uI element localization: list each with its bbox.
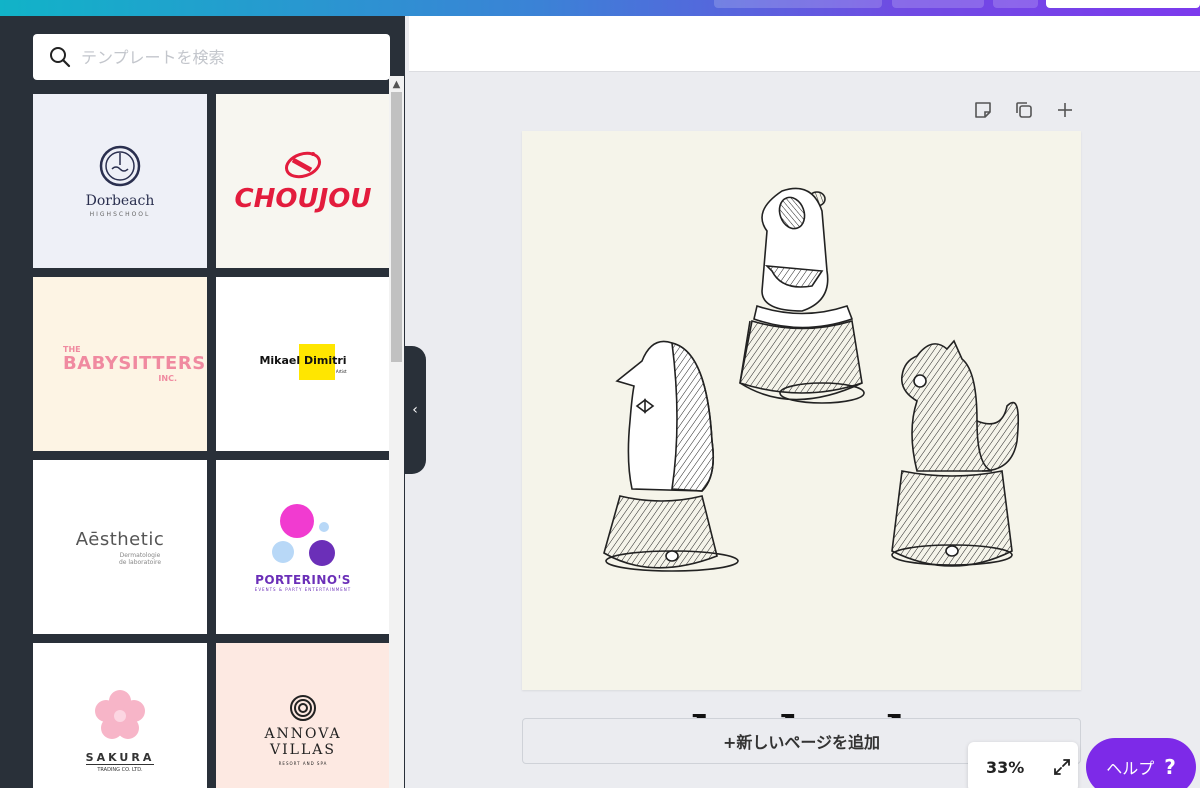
template-sidebar: Dorbeach HIGHSCHOOL CHOUJOU THE BABYSITT… <box>0 16 405 788</box>
template-search-input[interactable] <box>81 47 361 67</box>
design-page[interactable]: on the buckets. <box>522 131 1081 767</box>
template-subtitle: HIGHSCHOOL <box>89 210 151 218</box>
template-title: Mikael Dimitri <box>259 354 347 367</box>
plus-icon <box>1058 103 1072 117</box>
template-title: Dorbeach <box>85 192 155 209</box>
template-suffix: INC. <box>158 374 177 383</box>
top-menu-button-4[interactable] <box>1046 0 1200 8</box>
spiral-emblem-icon <box>290 695 316 721</box>
template-subtitle: Dermatologie <box>119 551 161 559</box>
template-subtitle-2: de laboratoire <box>118 558 162 566</box>
template-subtitle: RESORT AND SPA <box>278 761 328 766</box>
top-menu-button-3[interactable] <box>993 0 1038 8</box>
template-babysitters[interactable]: THE BABYSITTERS INC. <box>33 277 207 451</box>
template-title: PORTERINO'S <box>255 572 351 587</box>
template-aesthetic[interactable]: Aēsthetic Dermatologie de laboratoire <box>33 460 207 634</box>
editor-toolbar <box>409 16 1200 72</box>
sakura-flower-icon <box>95 690 145 739</box>
zoom-level[interactable]: 33% <box>986 758 1024 777</box>
template-choujou[interactable]: CHOUJOU <box>216 94 390 268</box>
top-menu-button-2[interactable] <box>892 0 984 8</box>
chevron-left-icon: ‹ <box>412 402 418 418</box>
copy-icon <box>1016 102 1032 118</box>
sidebar-scrollbar[interactable]: ▲ <box>389 76 404 788</box>
template-subtitle: TRADING CO. LTD. <box>97 767 143 773</box>
dorbeach-emblem-icon <box>99 145 141 186</box>
template-search-box[interactable] <box>33 34 390 80</box>
top-menu-button-1[interactable] <box>714 0 882 8</box>
scroll-up-arrow-icon[interactable]: ▲ <box>389 76 404 92</box>
page-notes-button[interactable] <box>970 97 996 123</box>
template-sakura[interactable]: SAKURA TRADING CO. LTD. <box>33 643 207 788</box>
penguin-figure <box>603 340 739 572</box>
fullscreen-expand-icon[interactable] <box>1052 757 1072 777</box>
help-button[interactable]: ヘルプ ? <box>1086 738 1196 788</box>
zoom-control[interactable]: 33% <box>968 742 1078 788</box>
template-title: Aēsthetic <box>75 528 165 550</box>
panda-figure <box>739 187 865 404</box>
bucket-animals-illustration[interactable] <box>522 171 1081 611</box>
collapse-sidebar-button[interactable]: ‹ <box>404 346 426 474</box>
search-icon <box>50 47 71 68</box>
template-annova-villas[interactable]: ANNOVA VILLAS RESORT AND SPA <box>216 643 390 788</box>
template-title: ANNOVA <box>264 726 342 742</box>
top-gradient-bar <box>0 0 1200 16</box>
scrollbar-thumb[interactable] <box>391 92 402 362</box>
sushi-icon <box>284 151 322 179</box>
sticky-note-icon <box>975 102 991 118</box>
template-dorbeach[interactable]: Dorbeach HIGHSCHOOL <box>33 94 207 268</box>
template-title: SAKURA <box>85 751 155 765</box>
add-page-icon-button[interactable] <box>1052 97 1078 123</box>
template-mikael-dimitri[interactable]: Mikael Dimitri Freelance Artist <box>216 277 390 451</box>
template-subtitle: EVENTS & PARTY ENTERTAINMENT <box>254 586 352 592</box>
duplicate-page-button[interactable] <box>1011 97 1037 123</box>
question-mark-icon: ? <box>1164 755 1176 779</box>
help-label: ヘルプ <box>1106 759 1155 778</box>
cat-figure <box>891 339 1020 567</box>
template-porterinos[interactable]: PORTERINO'S EVENTS & PARTY ENTERTAINMENT <box>216 460 390 634</box>
template-title: CHOUJOU <box>234 184 372 214</box>
bubbles-icon <box>272 503 335 566</box>
template-title: BABYSITTERS <box>63 353 206 374</box>
template-title-2: VILLAS <box>270 742 336 758</box>
